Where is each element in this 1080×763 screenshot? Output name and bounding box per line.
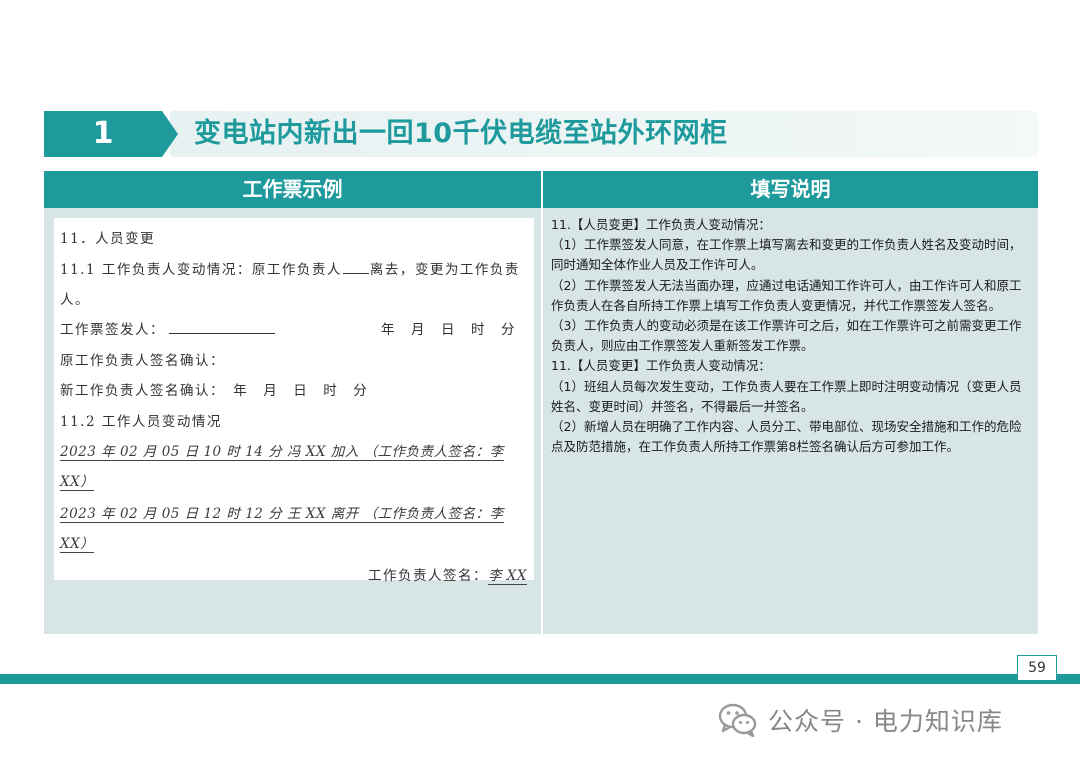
instruction-paragraph: （2）新增人员在明确了工作内容、人员分工、带电部位、现场安全措施和工作的危险点及… bbox=[551, 419, 1022, 455]
ticket-line: 11.2 工作人员变动情况 bbox=[60, 414, 222, 430]
signature-value: 李 XX bbox=[488, 568, 528, 585]
column-header-example: 工作票示例 bbox=[44, 171, 541, 208]
watermark-text: 公众号 · 电力知识库 bbox=[768, 707, 1003, 736]
wechat-icon bbox=[718, 703, 758, 738]
ticket-text: 11.1 工作负责人变动情况：原工作负责人 bbox=[60, 262, 342, 278]
ticket-text: 工作票签发人： bbox=[60, 322, 165, 338]
entry-text: XX） bbox=[60, 474, 95, 491]
instruction-paragraph: （3）工作负责人的变动必须是在该工作票许可之后，如在工作票许可之前需变更工作负责… bbox=[551, 318, 1022, 354]
signature-label: 工作负责人签名： bbox=[368, 568, 488, 584]
work-ticket-example: 11．人员变更 11.1 工作负责人变动情况：原工作负责人 离去，变更为工作负责 … bbox=[54, 218, 534, 580]
ticket-date-fields: 年 月 日 时 分 bbox=[381, 322, 516, 338]
page-number: 59 bbox=[1017, 655, 1057, 681]
ticket-line: 新工作负责人签名确认： 年 月 日 时 分 bbox=[60, 383, 369, 399]
entry-text: XX） bbox=[60, 536, 95, 553]
instruction-paragraph: （1）班组人员每次发生变动，工作负责人要在工作票上即时注明变动情况（变更人员姓名… bbox=[551, 378, 1022, 414]
column-header-instructions: 填写说明 bbox=[543, 171, 1038, 208]
ticket-entry: XX） bbox=[60, 532, 95, 553]
section-title: 变电站内新出一回10千伏电缆至站外环网柜 bbox=[194, 118, 728, 149]
footer-bar bbox=[0, 674, 1080, 684]
section-number-badge: 1 bbox=[44, 111, 178, 157]
ticket-line: 11．人员变更 bbox=[60, 231, 156, 247]
signature-row: 工作负责人签名：李 XX bbox=[368, 564, 528, 585]
entry-text: 2023 年 02 月 05 日 10 时 14 分 冯 XX 加入 （工作负责… bbox=[60, 444, 504, 461]
blank-field bbox=[169, 332, 275, 334]
ticket-line: 人。 bbox=[60, 292, 90, 308]
instructions-text: 11.【人员变更】工作负责人变动情况： （1）工作票签发人同意，在工作票上填写离… bbox=[551, 215, 1033, 457]
column-divider bbox=[541, 171, 543, 634]
ticket-line: 原工作负责人签名确认： bbox=[60, 353, 225, 369]
ticket-entry: 2023 年 02 月 05 日 10 时 14 分 冯 XX 加入 （工作负责… bbox=[60, 440, 504, 461]
instruction-paragraph: （2）工作票签发人无法当面办理，应通过电话通知工作许可人，由工作许可人和原工作负… bbox=[551, 277, 1022, 313]
entry-text: 2023 年 02 月 05 日 12 时 12 分 王 XX 离开 （工作负责… bbox=[60, 506, 504, 523]
instruction-paragraph: （1）工作票签发人同意，在工作票上填写离去和变更的工作负责人姓名及变动时间，同时… bbox=[551, 237, 1022, 273]
watermark: 公众号 · 电力知识库 bbox=[718, 700, 1003, 740]
blank-field bbox=[342, 272, 369, 274]
ticket-entry: XX） bbox=[60, 470, 95, 491]
section-title-bar: 1 变电站内新出一回10千伏电缆至站外环网柜 bbox=[44, 111, 1038, 157]
instruction-paragraph: 11.【人员变更】工作负责人变动情况： bbox=[551, 217, 771, 232]
ticket-line: 11.1 工作负责人变动情况：原工作负责人 离去，变更为工作负责 bbox=[60, 258, 520, 278]
instruction-paragraph: 11.【人员变更】工作负责人变动情况： bbox=[551, 358, 771, 374]
ticket-line: 工作票签发人： bbox=[60, 318, 279, 338]
instruction-table: 工作票示例 填写说明 11．人员变更 11.1 工作负责人变动情况：原工作负责人… bbox=[44, 171, 1038, 634]
section-number: 1 bbox=[92, 116, 114, 151]
ticket-entry: 2023 年 02 月 05 日 12 时 12 分 王 XX 离开 （工作负责… bbox=[60, 502, 504, 523]
ticket-text: 离去，变更为工作负责 bbox=[369, 262, 520, 278]
